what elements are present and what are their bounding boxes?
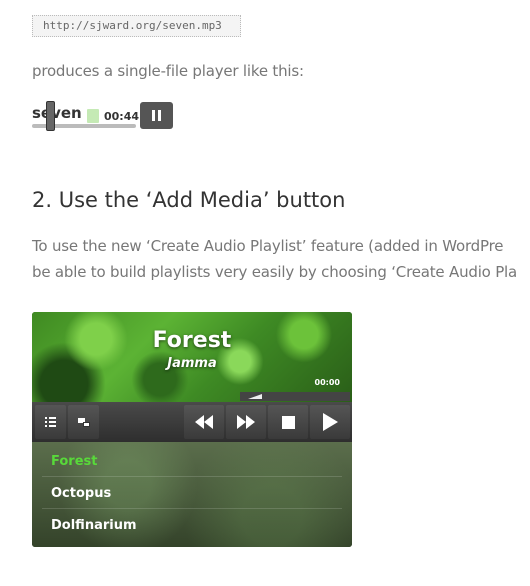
body-line-1: To use the new ‘Create Audio Playlist’ f… — [32, 237, 504, 255]
section-heading: 2. Use the ‘Add Media’ button — [32, 188, 346, 212]
mini-player-pause-button[interactable] — [140, 102, 173, 129]
stop-button[interactable] — [268, 405, 308, 439]
mini-player-time: 00:44 — [104, 110, 140, 123]
stop-icon — [281, 415, 295, 429]
mini-player-volume-indicator[interactable] — [87, 109, 99, 123]
page: http://sjward.org/seven.mp3 produces a s… — [0, 0, 530, 586]
playback-time: 00:00 — [314, 378, 340, 387]
code-url: http://sjward.org/seven.mp3 — [32, 15, 241, 37]
mini-player-seek-handle[interactable] — [46, 101, 55, 131]
pause-icon — [152, 110, 155, 121]
playlist-player: Forest Jamma 00:00 Forest Octopus Dolfin… — [32, 312, 352, 547]
rewind-button[interactable] — [184, 405, 224, 439]
intro-text: produces a single-file player like this: — [32, 62, 304, 80]
list-icon — [45, 417, 56, 427]
minimize-button[interactable] — [68, 405, 99, 439]
track-item[interactable]: Octopus — [42, 478, 342, 509]
mini-player-title: seven — [32, 104, 82, 122]
track-item-active[interactable]: Forest — [42, 446, 342, 477]
now-playing-artist: Jamma — [167, 356, 217, 371]
track-list: Forest Octopus Dolfinarium — [32, 442, 352, 547]
body-line-2: be able to build playlists very easily b… — [32, 263, 518, 281]
control-bar — [32, 402, 352, 442]
track-item[interactable]: Dolfinarium — [42, 510, 342, 541]
fast-forward-icon — [237, 415, 255, 429]
minimize-icon — [77, 417, 90, 427]
play-button[interactable] — [310, 405, 350, 439]
playlist-toggle-button[interactable] — [35, 405, 66, 439]
volume-slider[interactable] — [248, 394, 262, 399]
fast-forward-button[interactable] — [226, 405, 266, 439]
play-icon — [322, 413, 338, 431]
rewind-icon — [195, 415, 213, 429]
now-playing-title: Forest — [152, 328, 232, 353]
